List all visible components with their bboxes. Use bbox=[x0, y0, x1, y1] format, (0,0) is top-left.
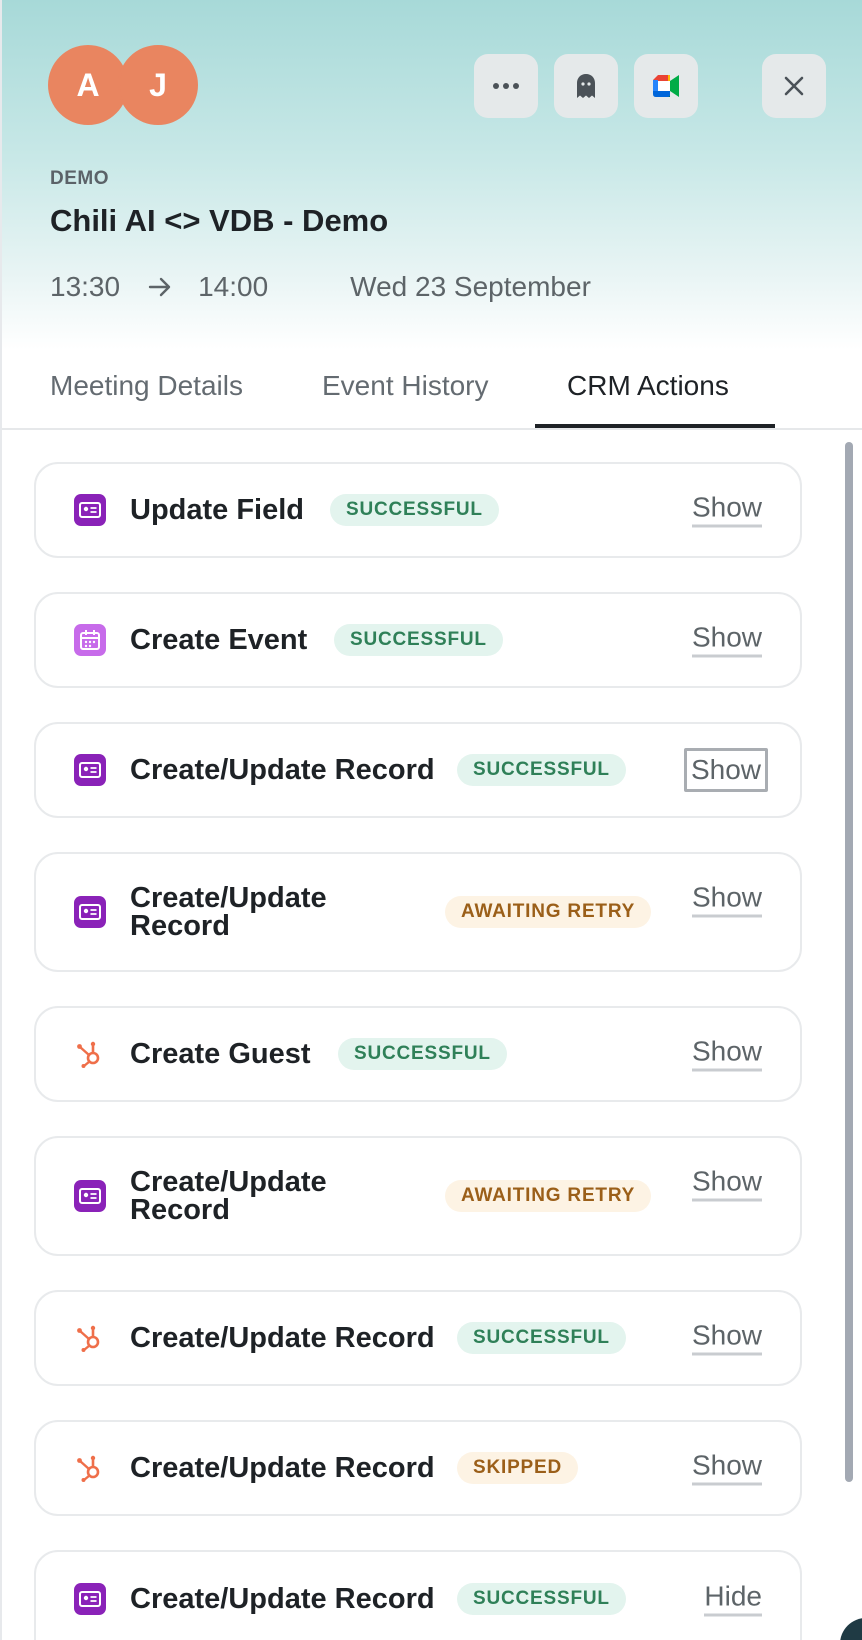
contact-card-icon bbox=[74, 754, 106, 786]
show-button[interactable]: Show bbox=[691, 492, 762, 528]
crm-action-card[interactable]: Create/Update Record SUCCESSFUL Show bbox=[34, 1290, 802, 1386]
contact-card-icon bbox=[74, 896, 106, 928]
crm-action-card[interactable]: Create/Update Record AWAITING RETRY Show bbox=[34, 1136, 802, 1256]
crm-action-label: Create/Update Record bbox=[130, 754, 435, 786]
show-button[interactable]: Show bbox=[691, 1036, 762, 1072]
status-badge: SUCCESSFUL bbox=[457, 1322, 626, 1354]
crm-action-label: Create/Update Record bbox=[130, 882, 327, 942]
crm-action-label: Create Guest bbox=[130, 1038, 311, 1070]
meeting-title: Chili AI <> VDB - Demo bbox=[50, 203, 389, 238]
status-badge: AWAITING RETRY bbox=[445, 896, 652, 928]
show-button[interactable]: Show bbox=[691, 1166, 762, 1202]
more-icon bbox=[493, 83, 519, 89]
more-options-button[interactable] bbox=[474, 54, 538, 118]
contact-card-icon bbox=[74, 1180, 106, 1212]
tab-event-history[interactable]: Event History bbox=[322, 370, 489, 430]
crm-action-card[interactable]: Update Field SUCCESSFUL Show bbox=[34, 462, 802, 558]
show-button[interactable]: Show bbox=[691, 882, 762, 918]
close-button[interactable] bbox=[762, 54, 826, 118]
scrollbar[interactable] bbox=[845, 442, 853, 1482]
hubspot-icon bbox=[74, 1452, 106, 1484]
show-button[interactable]: Show bbox=[691, 622, 762, 658]
crm-actions-list: Update Field SUCCESSFUL Show Create Even… bbox=[34, 462, 802, 1640]
status-badge: SUCCESSFUL bbox=[338, 1038, 507, 1070]
contact-card-icon bbox=[74, 494, 106, 526]
status-badge: SUCCESSFUL bbox=[334, 624, 503, 656]
tab-crm-actions[interactable]: CRM Actions bbox=[567, 370, 729, 430]
ghost-button[interactable] bbox=[554, 54, 618, 118]
status-badge: SKIPPED bbox=[457, 1452, 579, 1484]
show-button[interactable]: Show bbox=[683, 748, 768, 792]
tab-bar: Meeting Details Event History CRM Action… bbox=[2, 350, 862, 430]
crm-action-label: Create/Update Record bbox=[130, 1322, 435, 1354]
meeting-panel: A J DEMO Chili AI <> VDB - Demo 13:30 14… bbox=[0, 0, 862, 1640]
crm-action-label: Create/Update Record bbox=[130, 1166, 327, 1226]
google-meet-icon bbox=[653, 75, 679, 97]
google-meet-button[interactable] bbox=[634, 54, 698, 118]
status-badge: SUCCESSFUL bbox=[330, 494, 499, 526]
status-badge: SUCCESSFUL bbox=[457, 754, 626, 786]
start-time: 13:30 bbox=[50, 271, 121, 302]
avatar[interactable]: A bbox=[48, 45, 128, 125]
meeting-date: Wed 23 September bbox=[350, 271, 591, 302]
end-time: 14:00 bbox=[198, 271, 269, 302]
crm-action-label: Create/Update Record bbox=[130, 1583, 435, 1615]
meeting-time: 13:30 14:00 Wed 23 September bbox=[50, 270, 591, 304]
ghost-icon bbox=[577, 74, 595, 98]
crm-action-card[interactable]: Create Event SUCCESSFUL Show bbox=[34, 592, 802, 688]
crm-action-card[interactable]: Create/Update Record SKIPPED Show bbox=[34, 1420, 802, 1516]
hide-button[interactable]: Hide bbox=[704, 1581, 762, 1617]
avatar[interactable]: J bbox=[118, 45, 198, 125]
background-edge bbox=[840, 1618, 862, 1640]
show-button[interactable]: Show bbox=[691, 1450, 762, 1486]
close-icon bbox=[784, 76, 804, 96]
attendee-avatars: A J bbox=[48, 45, 208, 125]
meeting-type-label: DEMO bbox=[50, 168, 109, 189]
crm-action-label: Create/Update Record bbox=[130, 1452, 435, 1484]
crm-action-label: Create Event bbox=[130, 624, 308, 656]
meeting-header: A J DEMO Chili AI <> VDB - Demo 13:30 14… bbox=[2, 0, 862, 350]
active-tab-indicator bbox=[535, 424, 775, 428]
crm-action-card[interactable]: Create Guest SUCCESSFUL Show bbox=[34, 1006, 802, 1102]
tab-meeting-details[interactable]: Meeting Details bbox=[50, 370, 243, 430]
arrow-right-icon bbox=[148, 277, 172, 297]
crm-action-card[interactable]: Create/Update Record SUCCESSFUL Show bbox=[34, 722, 802, 818]
crm-action-card[interactable]: Create/Update Record AWAITING RETRY Show bbox=[34, 852, 802, 972]
status-badge: SUCCESSFUL bbox=[457, 1583, 626, 1615]
contact-card-icon bbox=[74, 1583, 106, 1615]
show-button[interactable]: Show bbox=[691, 1320, 762, 1356]
hubspot-icon bbox=[74, 1322, 106, 1354]
hubspot-icon bbox=[74, 1038, 106, 1070]
crm-action-card[interactable]: Create/Update Record SUCCESSFUL Hide bbox=[34, 1550, 802, 1640]
calendar-icon bbox=[74, 624, 106, 656]
crm-action-label: Update Field bbox=[130, 494, 305, 526]
status-badge: AWAITING RETRY bbox=[445, 1180, 652, 1212]
